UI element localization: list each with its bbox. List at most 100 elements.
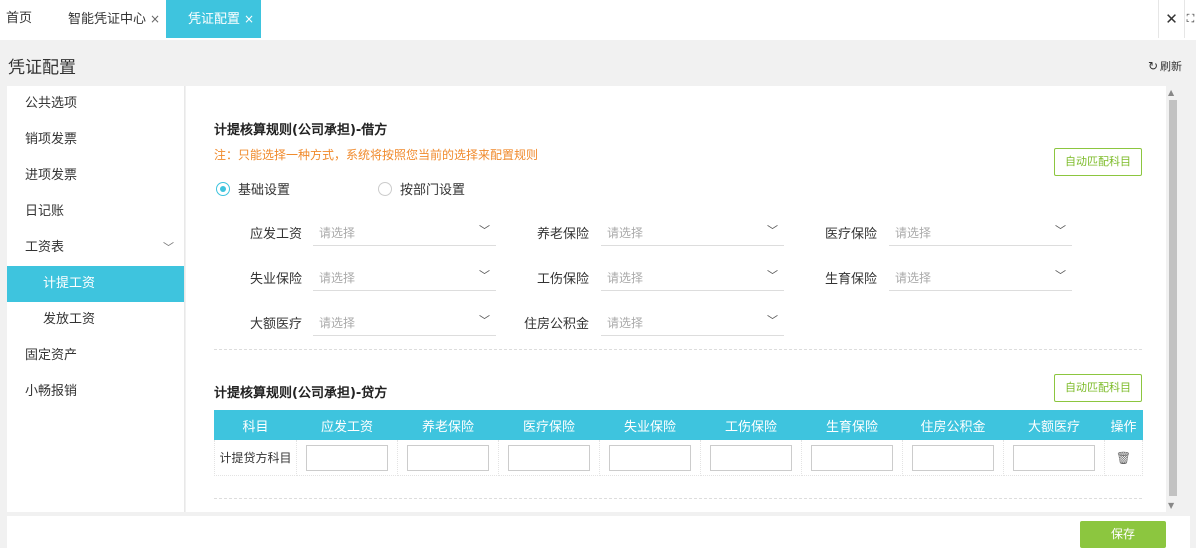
sidebar-item-common-options[interactable]: 公共选项 bbox=[7, 86, 184, 122]
select-placeholder: 请选择 bbox=[607, 226, 644, 240]
chevron-down-icon: ﹀ bbox=[163, 241, 174, 254]
input-large-medical[interactable] bbox=[1013, 444, 1095, 471]
select-maternity[interactable]: 请选择 ﹀ bbox=[889, 263, 1072, 291]
sidebar-item-label: 小畅报销 bbox=[25, 384, 78, 399]
select-placeholder: 请选择 bbox=[895, 226, 932, 240]
select-placeholder: 请选择 bbox=[319, 271, 356, 285]
input-housing-fund[interactable] bbox=[912, 444, 994, 471]
col-header: 工伤保险 bbox=[700, 410, 802, 440]
refresh-button[interactable]: ↻ 刷新 bbox=[1148, 58, 1182, 74]
sidebar-item-label: 销项发票 bbox=[25, 132, 78, 147]
select-gross-wage[interactable]: 请选择 ﹀ bbox=[313, 218, 496, 246]
chevron-down-icon: ﹀ bbox=[1055, 224, 1066, 237]
sidebar-item-label: 固定资产 bbox=[25, 348, 78, 363]
select-work-injury[interactable]: 请选择 ﹀ bbox=[601, 263, 784, 291]
col-header: 住房公积金 bbox=[902, 410, 1004, 440]
sidebar-item-fixed-assets[interactable]: 固定资产 bbox=[7, 338, 184, 374]
chevron-down-icon: ﹀ bbox=[767, 269, 778, 282]
radio-label: 按部门设置 bbox=[400, 183, 466, 198]
debit-section-title: 计提核算规则(公司承担)-借方 bbox=[214, 123, 388, 138]
sidebar-item-purchase-invoice[interactable]: 进项发票 bbox=[7, 158, 184, 194]
scroll-down-icon[interactable]: ▼ bbox=[1168, 501, 1174, 510]
table-row: 计提贷方科目 🗑 bbox=[214, 439, 1143, 476]
tab-smart-voucher-center[interactable]: 智能凭证中心 × bbox=[68, 0, 160, 38]
tab-voucher-config[interactable]: 凭证配置 × bbox=[166, 0, 261, 38]
select-pension[interactable]: 请选择 ﹀ bbox=[601, 218, 784, 246]
col-header: 应发工资 bbox=[296, 410, 398, 440]
col-header: 医疗保险 bbox=[498, 410, 600, 440]
sidebar-item-label: 进项发票 bbox=[25, 168, 78, 183]
select-placeholder: 请选择 bbox=[607, 316, 644, 330]
input-work-injury[interactable] bbox=[710, 444, 792, 471]
col-header: 操作 bbox=[1104, 410, 1143, 440]
page-title: 凭证配置 bbox=[8, 58, 76, 78]
chevron-down-icon: ﹀ bbox=[767, 224, 778, 237]
field-label-pension: 养老保险 bbox=[536, 227, 589, 242]
radio-basic-setting[interactable]: 基础设置 bbox=[216, 179, 290, 198]
radio-checked-icon bbox=[216, 182, 230, 196]
sidebar-item-label: 计提工资 bbox=[43, 276, 96, 291]
auto-match-debit-button[interactable]: 自动匹配科目 bbox=[1054, 148, 1142, 176]
input-medical[interactable] bbox=[508, 444, 590, 471]
field-label-gross-wage: 应发工资 bbox=[249, 227, 302, 242]
chevron-down-icon: ﹀ bbox=[767, 314, 778, 327]
field-label-work-injury: 工伤保险 bbox=[536, 272, 589, 287]
select-unemployment[interactable]: 请选择 ﹀ bbox=[313, 263, 496, 291]
tab-label: 首页 bbox=[6, 11, 33, 26]
radio-by-department[interactable]: 按部门设置 bbox=[378, 179, 465, 198]
sidebar-item-label: 公共选项 bbox=[25, 96, 78, 111]
field-label-medical: 医疗保险 bbox=[824, 227, 877, 242]
scrollbar[interactable]: ▲ ▼ bbox=[1166, 86, 1190, 512]
field-label-housing-fund: 住房公积金 bbox=[523, 317, 589, 332]
sidebar-item-sales-invoice[interactable]: 销项发票 bbox=[7, 122, 184, 158]
sidebar-item-journal[interactable]: 日记账 bbox=[7, 194, 184, 230]
input-maternity[interactable] bbox=[811, 444, 893, 471]
tab-home[interactable]: 首页 bbox=[6, 0, 32, 38]
col-header: 大额医疗 bbox=[1003, 410, 1105, 440]
select-large-medical[interactable]: 请选择 ﹀ bbox=[313, 308, 496, 336]
tab-label: 凭证配置 bbox=[188, 12, 241, 27]
table-header-row: 科目 应发工资 养老保险 医疗保险 失业保险 工伤保险 生育保险 住房公积金 大… bbox=[214, 410, 1143, 440]
close-all-icon[interactable]: ✕ bbox=[1158, 0, 1184, 38]
sidebar: 公共选项 销项发票 进项发票 日记账 工资表 ﹀ 计提工资 发放工资 固定资产 小… bbox=[7, 86, 185, 512]
tab-label: 智能凭证中心 bbox=[68, 12, 147, 27]
field-label-maternity: 生育保险 bbox=[824, 272, 877, 287]
refresh-label: 刷新 bbox=[1160, 60, 1182, 73]
auto-match-credit-button[interactable]: 自动匹配科目 bbox=[1054, 374, 1142, 402]
select-medical[interactable]: 请选择 ﹀ bbox=[889, 218, 1072, 246]
close-icon[interactable]: × bbox=[150, 12, 160, 26]
input-gross-wage[interactable] bbox=[306, 444, 388, 471]
chevron-down-icon: ﹀ bbox=[1055, 269, 1066, 282]
scroll-up-icon[interactable]: ▲ bbox=[1168, 88, 1174, 97]
row-label: 计提贷方科目 bbox=[214, 439, 297, 476]
input-pension[interactable] bbox=[407, 444, 489, 471]
col-header: 科目 bbox=[214, 410, 297, 440]
sidebar-item-accrued-wages[interactable]: 计提工资 bbox=[7, 266, 184, 302]
radio-unchecked-icon bbox=[378, 182, 392, 196]
section-divider bbox=[214, 498, 1142, 499]
col-header: 失业保险 bbox=[599, 410, 701, 440]
select-placeholder: 请选择 bbox=[319, 316, 356, 330]
sidebar-item-label: 日记账 bbox=[25, 204, 65, 219]
select-placeholder: 请选择 bbox=[607, 271, 644, 285]
select-placeholder: 请选择 bbox=[319, 226, 356, 240]
rule-note: 注：只能选择一种方式，系统将按照您当前的选择来配置规则 bbox=[214, 148, 539, 162]
save-button[interactable]: 保存 bbox=[1080, 521, 1166, 548]
close-icon[interactable]: × bbox=[244, 12, 254, 26]
delete-icon[interactable]: 🗑 bbox=[1116, 451, 1131, 465]
col-header: 养老保险 bbox=[397, 410, 499, 440]
section-divider bbox=[214, 349, 1142, 350]
radio-label: 基础设置 bbox=[238, 183, 291, 198]
select-housing-fund[interactable]: 请选择 ﹀ bbox=[601, 308, 784, 336]
col-header: 生育保险 bbox=[801, 410, 903, 440]
field-label-large-medical: 大额医疗 bbox=[249, 317, 302, 332]
input-unemployment[interactable] bbox=[609, 444, 691, 471]
sidebar-item-pay-wages[interactable]: 发放工资 bbox=[7, 302, 184, 338]
scroll-thumb[interactable] bbox=[1169, 100, 1177, 496]
sidebar-item-payroll[interactable]: 工资表 ﹀ bbox=[7, 230, 184, 266]
fullscreen-icon[interactable]: ⛶ bbox=[1184, 0, 1196, 38]
select-placeholder: 请选择 bbox=[895, 271, 932, 285]
main-content: 计提核算规则(公司承担)-借方 注：只能选择一种方式，系统将按照您当前的选择来配… bbox=[186, 86, 1166, 512]
sidebar-item-label: 工资表 bbox=[25, 240, 65, 255]
sidebar-item-reimbursement[interactable]: 小畅报销 bbox=[7, 374, 184, 410]
